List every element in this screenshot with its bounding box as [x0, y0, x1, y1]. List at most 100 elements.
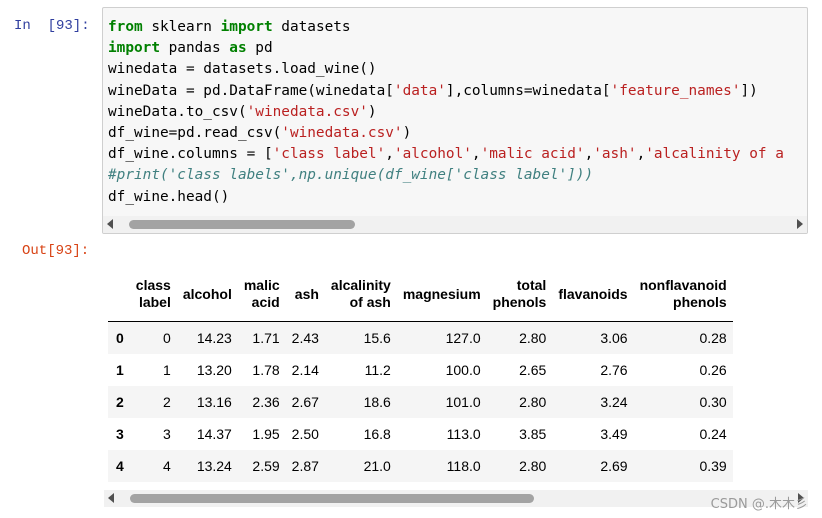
output-prompt: Out[93]: [22, 243, 90, 259]
scroll-right-arrow-icon[interactable] [797, 219, 803, 229]
code-token: ) [367, 103, 377, 120]
code-token: wineData = pd.DataFrame(winedata[ [108, 82, 394, 99]
table-cell: 11.2 [364, 361, 391, 378]
code-editor[interactable]: from sklearn import datasets import panda… [102, 7, 808, 234]
code-token: 'data' [393, 82, 446, 99]
code-token: ]) [740, 82, 758, 99]
table-cell: 3 [163, 425, 171, 442]
index-header [108, 267, 130, 322]
code-line[interactable]: import pandas as pd [108, 38, 784, 59]
table-cell: 3.24 [600, 393, 628, 410]
column-header: nonflavanoid phenols [633, 267, 733, 322]
table-cell: 0.30 [699, 393, 727, 410]
table-cell: 2.36 [252, 393, 280, 410]
code-line[interactable]: wineData.to_csv('winedata.csv') [108, 102, 784, 123]
column-header: total phenols [486, 267, 553, 322]
column-header: class label [129, 267, 177, 322]
code-token: df_wine.columns = [ [108, 146, 273, 163]
code-token: , [471, 146, 481, 163]
code-line[interactable]: wineData = pd.DataFrame(winedata['data']… [108, 81, 784, 102]
table-cell: 3.06 [600, 329, 628, 346]
table-cell: 3.85 [519, 425, 547, 442]
code-token: ) [402, 125, 412, 142]
code-token: 'feature_names' [610, 82, 741, 99]
code-scrollbar-thumb[interactable] [129, 220, 355, 229]
row-index: 2 [116, 393, 124, 410]
table-cell: 0 [163, 329, 171, 346]
column-header: magnesium [396, 267, 487, 322]
code-line[interactable]: df_wine.columns = ['class label','alcoho… [108, 144, 784, 165]
table-cell: 2.43 [291, 329, 319, 346]
input-prompt: In [93]: [14, 18, 90, 34]
row-index: 0 [116, 329, 124, 346]
column-header: ash [285, 267, 325, 322]
table-cell: 21.0 [363, 457, 391, 474]
code-token: wineData.to_csv( [108, 103, 247, 120]
table-row: 3 3 14.37 1.95 2.50 16.8 113.0 3.85 3.49 0.24 [108, 418, 733, 450]
code-token: pd [246, 40, 273, 57]
code-token: datasets [272, 19, 351, 35]
code-line[interactable]: from sklearn import datasets [108, 17, 784, 38]
code-token: 'winedata.csv' [246, 103, 368, 120]
table-cell: 2.80 [519, 457, 547, 474]
table-cell: 2.80 [519, 393, 547, 410]
code-line[interactable]: df_wine.head() [108, 187, 784, 208]
code-token: winedata = datasets.load_wine() [108, 61, 377, 78]
table-cell: 15.6 [363, 329, 391, 346]
code-token: , [385, 146, 394, 163]
code-token: df_wine.head() [108, 188, 230, 205]
scroll-left-arrow-icon[interactable] [108, 493, 114, 503]
code-line[interactable]: winedata = datasets.load_wine() [108, 59, 784, 80]
table-cell: 118.0 [446, 457, 481, 474]
table-cell: 2.80 [519, 329, 547, 346]
code-token: ],columns=winedata[ [445, 82, 611, 99]
code-token: 'alcalinity of a [645, 146, 784, 163]
table-cell: 0.26 [699, 361, 727, 378]
table-cell: 1.95 [252, 425, 280, 442]
output-horizontal-scrollbar[interactable] [104, 490, 808, 507]
code-token: 'ash' [593, 146, 637, 163]
table-row: 1 1 13.20 1.78 2.14 11.2 100.0 2.65 2.76 0.26 [108, 354, 733, 386]
code-text[interactable]: from sklearn import datasets import panda… [108, 17, 784, 208]
code-line[interactable]: df_wine=pd.read_csv('winedata.csv') [108, 123, 784, 144]
table-cell: 3.49 [600, 425, 628, 442]
column-header: alcalinity of ash [324, 267, 397, 322]
code-token: 'malic acid' [480, 146, 585, 163]
table-cell: 2.59 [252, 457, 280, 474]
table-cell: 0.24 [699, 425, 727, 442]
table-cell: 13.20 [196, 361, 232, 378]
table-cell: 2 [163, 393, 171, 410]
table-cell: 1 [163, 361, 171, 378]
code-token: from [108, 19, 143, 35]
table-cell: 4 [163, 457, 171, 474]
code-token: import [220, 19, 273, 35]
row-index: 3 [116, 425, 124, 442]
table-cell: 16.8 [363, 425, 391, 442]
table-cell: 13.24 [196, 457, 232, 474]
code-token: pandas [159, 40, 230, 57]
table-cell: 101.0 [445, 393, 481, 410]
column-header: flavanoids [552, 267, 634, 322]
code-token: as [229, 40, 247, 57]
table-cell: 2.69 [600, 457, 628, 474]
table-cell: 0.39 [699, 457, 727, 474]
table-cell: 100.0 [445, 361, 481, 378]
code-line[interactable]: #print('class labels',np.unique(df_wine[… [108, 165, 784, 186]
table-cell: 2.67 [291, 393, 319, 410]
column-header: alcohol [176, 267, 238, 322]
code-horizontal-scrollbar[interactable] [103, 216, 807, 233]
row-index: 4 [116, 457, 124, 474]
table-cell: 2.65 [519, 361, 547, 378]
table-cell: 0.28 [699, 329, 727, 346]
table-cell: 14.37 [196, 425, 232, 442]
output-scrollbar-thumb[interactable] [130, 494, 534, 503]
watermark: CSDN @.木木彡 [710, 497, 808, 512]
table-cell: 2.50 [291, 425, 319, 442]
column-header: malic acid [237, 267, 286, 322]
table-row: 2 2 13.16 2.36 2.67 18.6 101.0 2.80 3.24 0.30 [108, 385, 733, 418]
table-row: 4 4 13.24 2.59 2.87 21.0 118.0 2.80 2.69 0.39 [108, 449, 733, 482]
table-cell: 1.78 [252, 361, 280, 378]
code-token: 'class label' [272, 146, 386, 163]
scroll-left-arrow-icon[interactable] [107, 219, 113, 229]
table-cell: 2.76 [600, 361, 628, 378]
